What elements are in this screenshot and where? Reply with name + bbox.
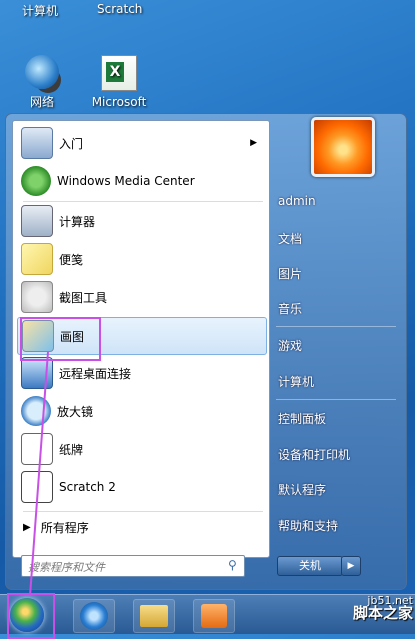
right-item-admin[interactable]: admin — [278, 194, 316, 208]
start-item-label: Scratch 2 — [59, 480, 116, 494]
right-item-games[interactable]: 游戏 — [278, 337, 302, 354]
internet-explorer-icon — [80, 602, 108, 630]
desktop-icon-network[interactable]: 网络 — [7, 55, 77, 110]
media-player-icon — [201, 604, 227, 628]
start-menu: 入门 ▶ Windows Media Center 计算器 便笺 截图工具 画图… — [5, 113, 407, 590]
right-item-help-support[interactable]: 帮助和支持 — [278, 517, 338, 534]
search-placeholder: 搜索程序和文件 — [28, 561, 105, 574]
taskbar-file-explorer[interactable] — [133, 599, 175, 633]
menu-divider — [23, 511, 263, 512]
solitaire-icon — [21, 433, 53, 465]
shutdown-options-arrow-icon[interactable]: ▶ — [341, 556, 361, 576]
menu-divider — [23, 201, 263, 202]
shutdown-button[interactable]: 关机 — [277, 556, 343, 576]
start-item-label: Windows Media Center — [57, 174, 195, 188]
all-programs-label: 所有程序 — [40, 521, 89, 535]
search-input[interactable]: 搜索程序和文件 ⚲ — [21, 555, 245, 577]
excel-icon — [101, 55, 137, 91]
desktop-icon-label: 网络 — [29, 95, 54, 109]
taskbar-media-player[interactable] — [193, 599, 235, 633]
right-item-music[interactable]: 音乐 — [278, 300, 302, 317]
start-item-calculator[interactable]: 计算器 — [17, 203, 265, 239]
start-item-label: 远程桌面连接 — [59, 366, 132, 381]
getting-started-icon — [21, 127, 53, 159]
watermark: jb51.net 脚本之家 — [352, 594, 413, 622]
right-item-devices-printers[interactable]: 设备和打印机 — [278, 446, 350, 463]
sticky-notes-icon — [21, 243, 53, 275]
taskbar-internet-explorer[interactable] — [73, 599, 115, 633]
start-item-getting-started[interactable]: 入门 ▶ — [17, 125, 265, 161]
user-avatar[interactable] — [311, 117, 375, 177]
file-explorer-icon — [140, 605, 168, 627]
watermark-name: 脚本之家 — [352, 604, 413, 622]
desktop-icon-label: Microsoft — [91, 95, 147, 109]
network-icon — [25, 55, 59, 89]
start-item-solitaire[interactable]: 纸牌 — [17, 431, 265, 467]
start-item-label: 计算器 — [59, 214, 96, 229]
snipping-tool-icon — [21, 281, 53, 313]
search-icon: ⚲ — [228, 558, 237, 572]
calculator-icon — [21, 205, 53, 237]
right-item-default-programs[interactable]: 默认程序 — [278, 481, 326, 498]
submenu-arrow-icon[interactable]: ▶ — [250, 138, 257, 148]
right-divider — [276, 326, 396, 327]
right-item-control-panel[interactable]: 控制面板 — [278, 410, 326, 427]
start-item-label: 截图工具 — [59, 290, 108, 305]
media-center-icon — [21, 166, 51, 196]
magnifier-icon — [21, 396, 51, 426]
desktop-label-computer[interactable]: 计算机 — [22, 2, 58, 19]
desktop-icon-microsoft[interactable]: Microsoft — [84, 55, 154, 109]
right-triangle-icon: ▶ — [23, 522, 31, 533]
start-item-magnifier[interactable]: 放大镜 — [17, 393, 265, 429]
start-item-scratch[interactable]: Scratch 2 — [17, 469, 265, 505]
start-item-media-center[interactable]: Windows Media Center — [17, 163, 265, 199]
start-menu-programs-pane: 入门 ▶ Windows Media Center 计算器 便笺 截图工具 画图… — [12, 120, 270, 558]
annotation-highlight-box — [20, 317, 101, 361]
desktop-label-scratch[interactable]: Scratch — [97, 2, 142, 16]
right-item-documents[interactable]: 文档 — [278, 230, 302, 247]
right-item-computer[interactable]: 计算机 — [278, 373, 314, 390]
right-divider — [276, 399, 396, 400]
remote-desktop-icon — [21, 357, 53, 389]
start-item-label: 便笺 — [59, 252, 84, 267]
start-item-label: 纸牌 — [59, 442, 84, 457]
start-item-snipping-tool[interactable]: 截图工具 — [17, 279, 265, 315]
right-item-pictures[interactable]: 图片 — [278, 265, 302, 282]
start-item-sticky-notes[interactable]: 便笺 — [17, 241, 265, 277]
all-programs-button[interactable]: ▶ 所有程序 — [23, 519, 89, 536]
annotation-start-box — [7, 593, 55, 639]
start-item-label: 入门 — [59, 136, 84, 151]
start-item-label: 放大镜 — [57, 404, 94, 419]
scratch-icon — [21, 471, 53, 503]
